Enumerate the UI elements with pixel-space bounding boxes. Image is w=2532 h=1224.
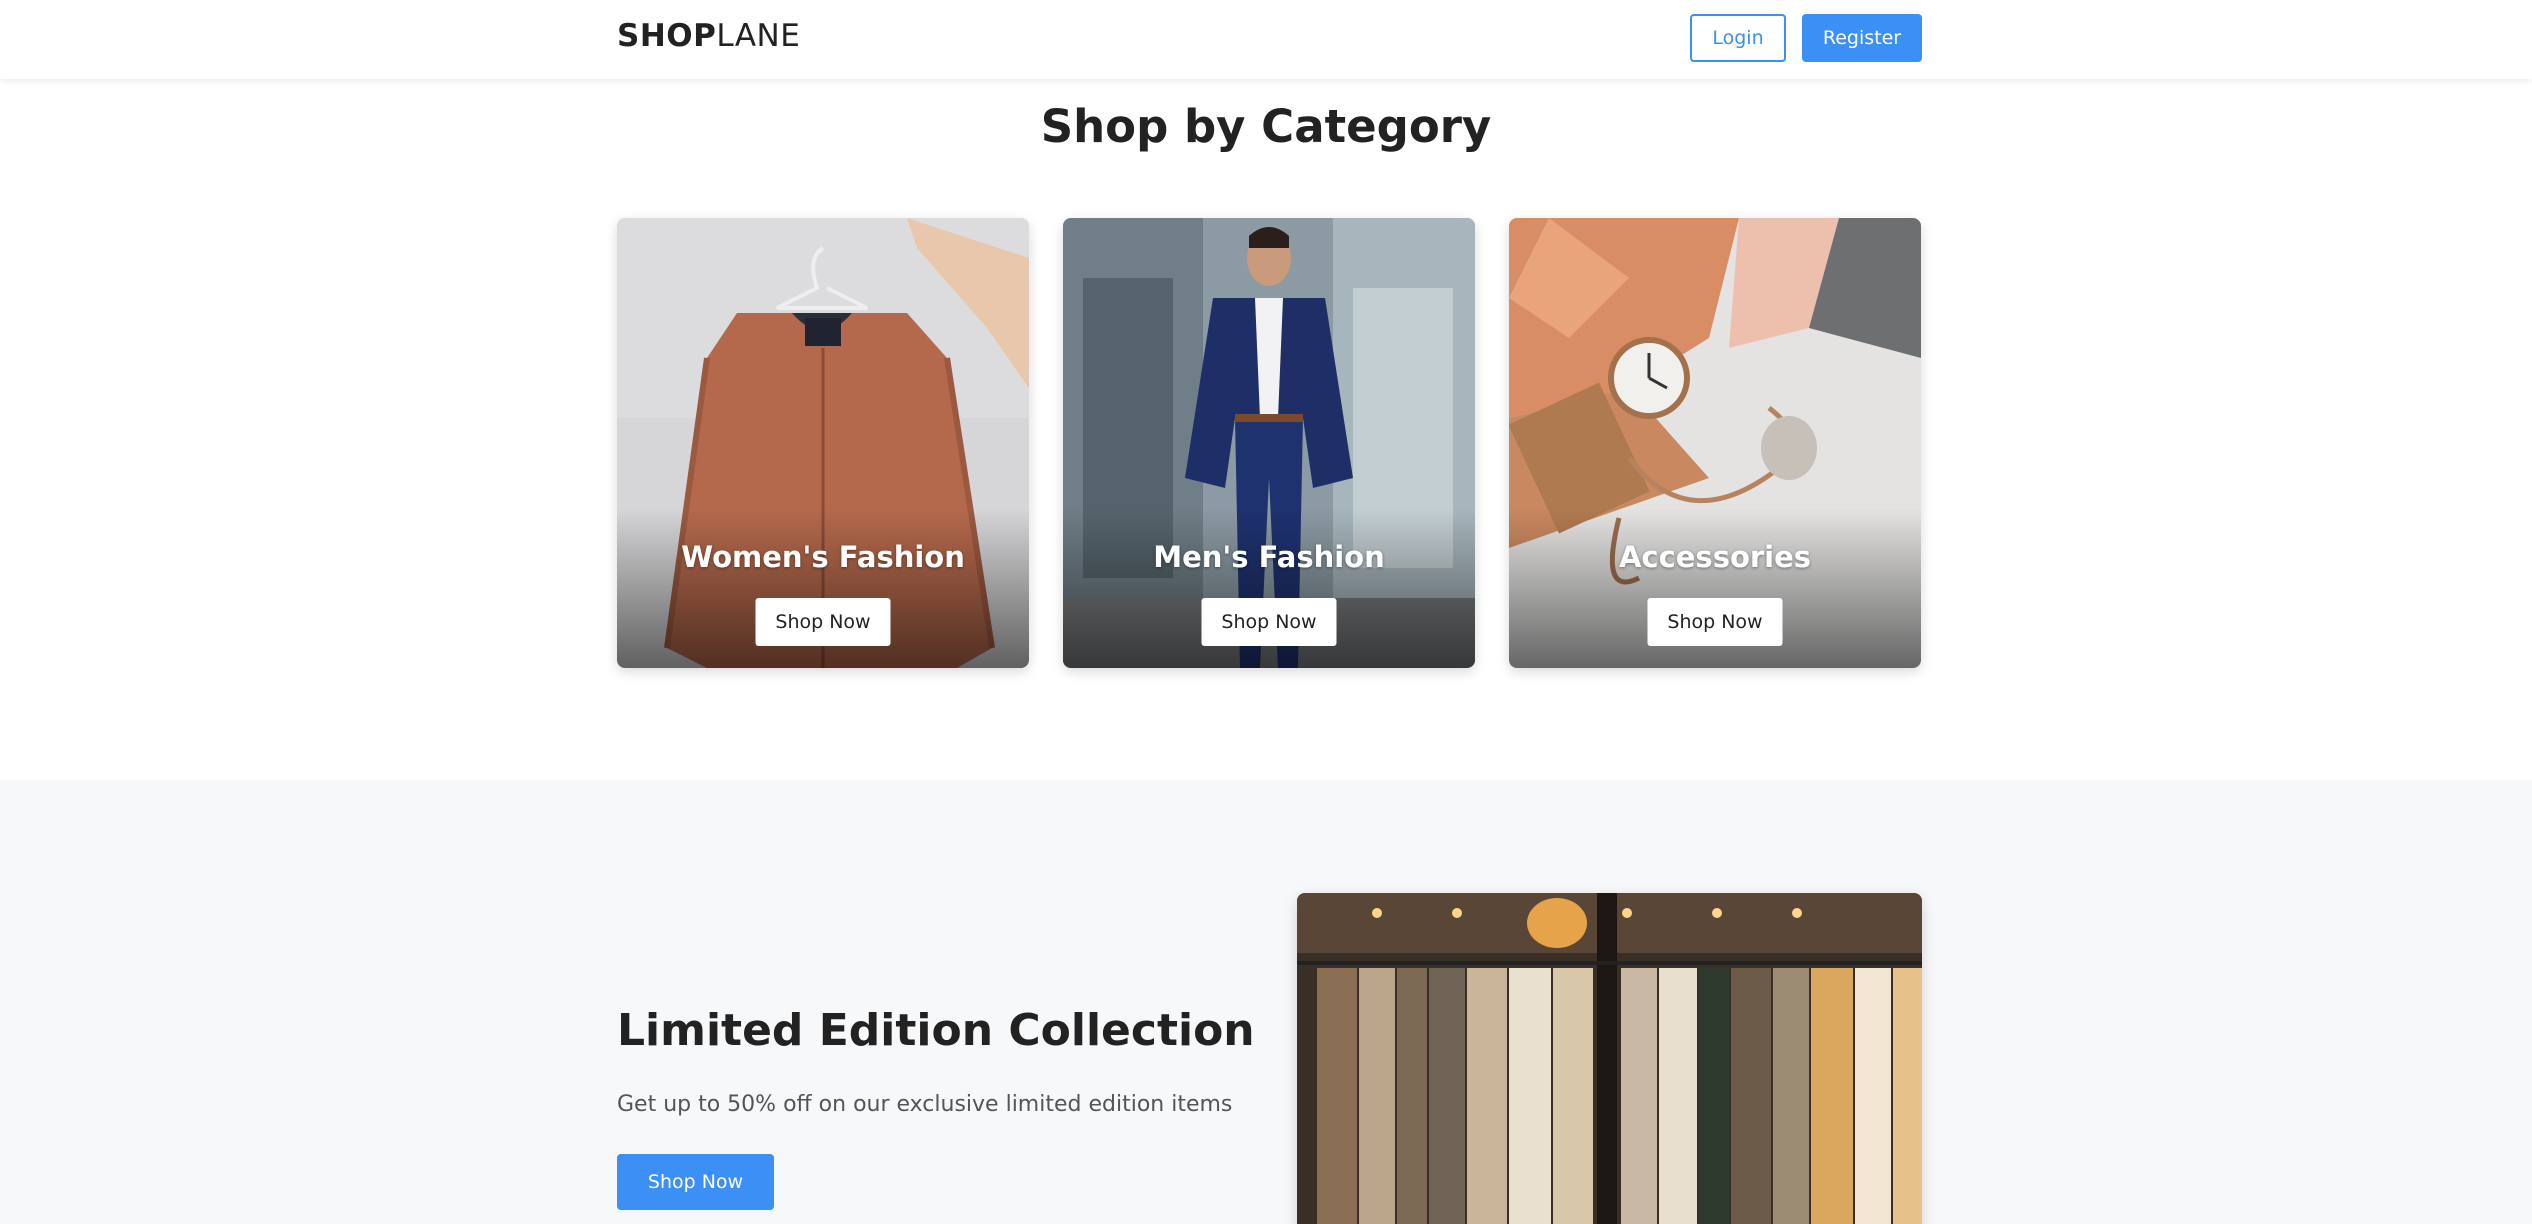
promo-shop-now-button[interactable]: Shop Now <box>617 1154 774 1210</box>
shop-now-button[interactable]: Shop Now <box>755 598 891 646</box>
category-card-mens-fashion[interactable]: Men's Fashion Shop Now <box>1063 218 1475 668</box>
clothing-rack-image <box>1297 893 1922 1224</box>
category-title: Accessories <box>1618 540 1812 574</box>
shop-now-button[interactable]: Shop Now <box>1647 598 1783 646</box>
category-card-womens-fashion[interactable]: Women's Fashion Shop Now <box>617 218 1029 668</box>
login-button[interactable]: Login <box>1690 14 1786 62</box>
site-header: SHOPLANE Login Register <box>0 0 2532 79</box>
promo-title: Limited Edition Collection <box>617 1005 1255 1056</box>
shop-now-button[interactable]: Shop Now <box>1201 598 1337 646</box>
promo-section: Limited Edition Collection Get up to 50%… <box>0 780 2532 1224</box>
category-card-accessories[interactable]: Accessories Shop Now <box>1509 218 1921 668</box>
logo[interactable]: SHOPLANE <box>617 18 800 54</box>
logo-light: LANE <box>716 18 801 54</box>
logo-bold: SHOP <box>617 18 717 54</box>
promo-subtitle: Get up to 50% off on our exclusive limit… <box>617 1092 1233 1117</box>
promo-image <box>1297 893 1922 1224</box>
category-title: Women's Fashion <box>681 540 965 574</box>
section-title: Shop by Category <box>1040 100 1492 153</box>
category-title: Men's Fashion <box>1153 540 1385 574</box>
register-button[interactable]: Register <box>1802 14 1922 62</box>
